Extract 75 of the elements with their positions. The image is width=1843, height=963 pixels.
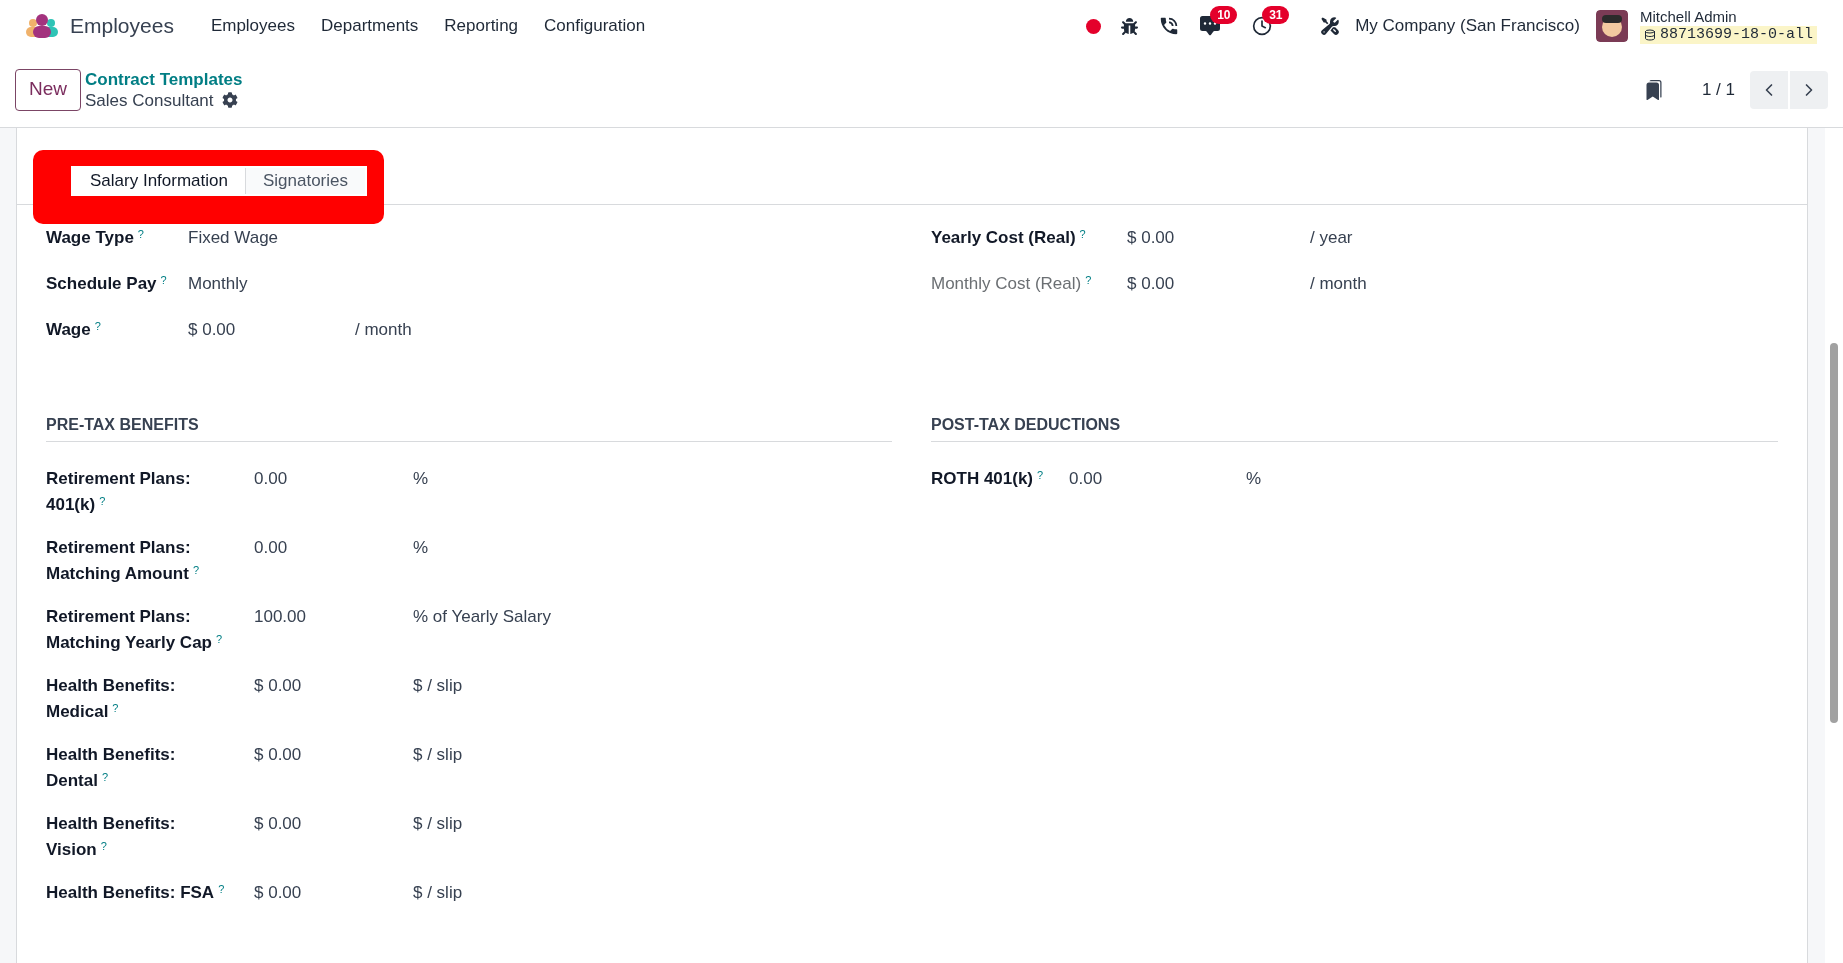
database-tag: 88713699-18-0-all: [1639, 26, 1817, 44]
field-label: Health Benefits: Medical $^{?}$: [46, 676, 176, 721]
settings-icon[interactable]: [221, 92, 238, 108]
field-unit: / month: [1310, 273, 1367, 295]
help-mark[interactable]: ?: [112, 701, 119, 714]
help-mark[interactable]: ?: [94, 319, 101, 332]
help-mark[interactable]: ?: [100, 839, 107, 852]
help-mark[interactable]: ?: [1037, 468, 1044, 481]
scrollbar[interactable]: [1825, 128, 1843, 963]
help-mark[interactable]: ?: [160, 273, 167, 286]
section-heading: PRE-TAX BENEFITS: [46, 413, 892, 442]
field-value: $ 0.00: [188, 320, 236, 339]
section-heading: POST-TAX DEDUCTIONS: [931, 413, 1778, 442]
help-mark[interactable]: ?: [101, 770, 109, 783]
notification-badge: 31: [1262, 6, 1290, 24]
field-unit: %: [1246, 468, 1262, 490]
field-unit: $ / slip: [413, 882, 463, 904]
field-unit: $ / slip: [413, 813, 463, 835]
field-label: ROTH 401(k) $^{?}$: [931, 469, 1044, 488]
help-mark[interactable]: ?: [137, 227, 144, 240]
field-value: $ 0.00: [1127, 228, 1175, 247]
field-value: $ 0.00: [254, 745, 302, 764]
field-value: 0.00: [254, 469, 288, 488]
field-label: Wage $^{?}$: [46, 320, 101, 339]
scrollbar-thumb[interactable]: [1830, 343, 1838, 723]
database-icon: [1643, 29, 1656, 41]
avatar-icon[interactable]: [1595, 10, 1628, 42]
field-value: $ 0.00: [254, 883, 302, 902]
bug-icon[interactable]: [1121, 17, 1139, 35]
field-value: 100.00: [254, 607, 306, 626]
app-title[interactable]: Employees: [70, 10, 174, 42]
field-label: Retirement Plans: 401(k) $^{?}$: [46, 469, 191, 514]
field-label: Health Benefits: FSA $^{?}$: [46, 883, 225, 902]
field-value: 0.00: [254, 538, 288, 557]
field-label: Health Benefits: Vision $^{?}$: [46, 814, 176, 859]
pager-value[interactable]: 1 / 1: [1701, 76, 1735, 103]
field-label: Monthly Cost (Real) $^{?}$: [931, 274, 1092, 293]
field-label: Health Benefits: Dental $^{?}$: [46, 745, 176, 790]
notification-badge: 10: [1210, 6, 1238, 24]
help-mark[interactable]: ?: [99, 494, 106, 507]
menu-item[interactable]: Reporting: [431, 5, 532, 47]
menu-item[interactable]: Departments: [308, 5, 432, 47]
field-label: Schedule Pay $^{?}$: [46, 274, 167, 293]
help-mark[interactable]: ?: [218, 882, 225, 895]
people-logo-icon[interactable]: [26, 13, 58, 39]
field-label: Retirement Plans: Matching Amount $^{?}$: [46, 538, 200, 583]
field-value: $ 0.00: [254, 676, 302, 695]
field-value: Fixed Wage: [188, 228, 279, 247]
help-mark[interactable]: ?: [215, 632, 223, 645]
tools-icon[interactable]: [1320, 16, 1341, 36]
help-mark[interactable]: ?: [1079, 227, 1086, 240]
field-value: Monthly: [188, 274, 248, 293]
company-switcher[interactable]: My Company (San Francisco): [1355, 13, 1580, 39]
help-mark[interactable]: ?: [1085, 273, 1092, 286]
menu-item[interactable]: Employees: [197, 5, 308, 47]
record-title: Sales Consultant: [85, 89, 214, 111]
field-unit: $ / slip: [413, 675, 463, 697]
field-label: Yearly Cost (Real) $^{?}$: [931, 228, 1086, 247]
user-name[interactable]: Mitchell Admin: [1639, 8, 1817, 26]
field-value: $ 0.00: [254, 814, 302, 833]
field-unit: % of Yearly Salary: [413, 606, 551, 628]
tab[interactable]: Signatories: [244, 168, 365, 194]
field-unit: %: [413, 468, 429, 490]
field-label: Retirement Plans: Matching Yearly Cap $^{?}$: [46, 607, 223, 652]
new-button[interactable]: New: [15, 68, 81, 111]
field-label: Wage Type $^{?}$: [46, 228, 144, 247]
field-value: $ 0.00: [1127, 274, 1175, 293]
field-unit: / year: [1310, 227, 1353, 249]
field-unit: / month: [355, 319, 412, 341]
breadcrumb-link[interactable]: Contract Templates: [85, 68, 243, 90]
menu-item[interactable]: Configuration: [531, 5, 659, 47]
field-value: 0.00: [1069, 469, 1103, 488]
field-unit: $ / slip: [413, 744, 463, 766]
help-mark[interactable]: ?: [192, 563, 200, 576]
field-unit: %: [413, 537, 429, 559]
